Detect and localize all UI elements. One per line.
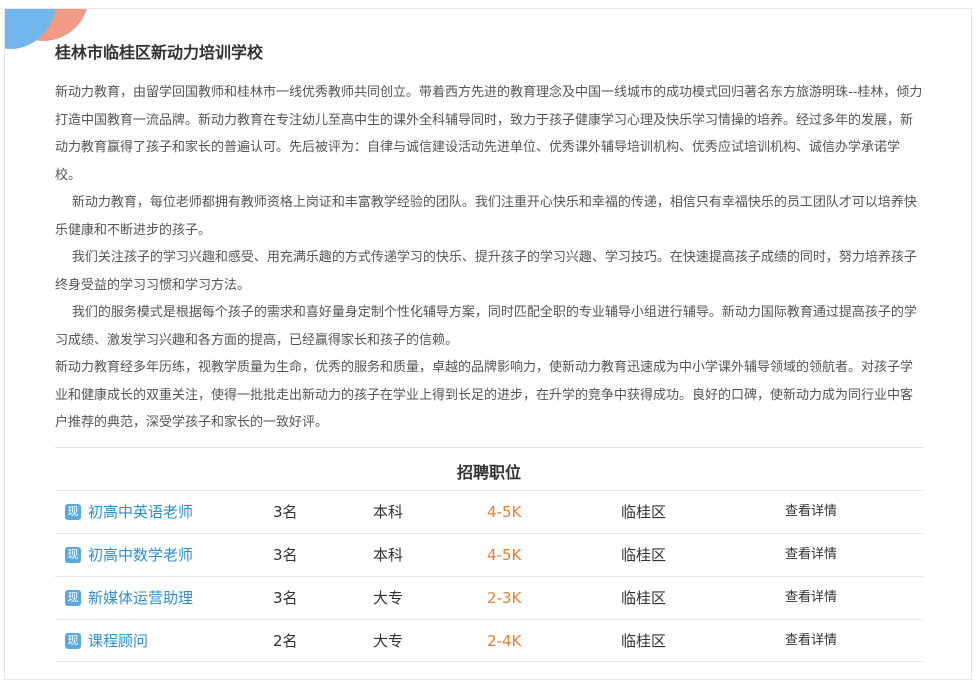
current-badge: 现 bbox=[65, 633, 81, 649]
job-headcount: 3名 bbox=[273, 503, 298, 521]
job-title-link[interactable]: 课程顾问 bbox=[88, 620, 148, 662]
view-details-link[interactable]: 查看详情 bbox=[785, 620, 837, 662]
job-area: 临桂区 bbox=[621, 589, 667, 607]
school-title: 桂林市临桂区新动力培训学校 bbox=[55, 43, 264, 62]
job-education: 本科 bbox=[373, 546, 404, 564]
view-details-link[interactable]: 查看详情 bbox=[785, 491, 837, 533]
view-details-link[interactable]: 查看详情 bbox=[785, 534, 837, 576]
job-row: 现 课程顾问 2名 大专 2-4K 临桂区 查看详情 bbox=[55, 619, 923, 662]
job-title-link[interactable]: 初高中英语老师 bbox=[88, 491, 193, 533]
job-headcount: 3名 bbox=[273, 589, 298, 607]
job-row: 现 初高中数学老师 3名 本科 4-5K 临桂区 查看详情 bbox=[55, 533, 923, 576]
job-salary: 4-5K bbox=[487, 546, 522, 564]
intro-paragraph: 新动力教育，由留学回国教师和桂林市一线优秀教师共同创立。带着西方先进的教育理念及… bbox=[55, 85, 923, 183]
current-badge: 现 bbox=[65, 547, 81, 563]
intro-paragraph: 我们关注孩子的学习兴趣和感受、用充满乐趣的方式传递学习的快乐、提升孩子的学习兴趣… bbox=[55, 250, 917, 293]
jobs-list: 现 初高中英语老师 3名 本科 4-5K 临桂区 查看详情 现 初高中数学老师 … bbox=[55, 490, 923, 662]
job-headcount: 2名 bbox=[273, 632, 298, 650]
job-education: 大专 bbox=[373, 589, 404, 607]
current-badge: 现 bbox=[65, 590, 81, 606]
job-area: 临桂区 bbox=[621, 546, 667, 564]
school-card: 桂林市临桂区新动力培训学校 新动力教育，由留学回国教师和桂林市一线优秀教师共同创… bbox=[4, 8, 972, 680]
job-title-link[interactable]: 新媒体运营助理 bbox=[88, 577, 193, 619]
job-education: 本科 bbox=[373, 503, 404, 521]
job-salary: 4-5K bbox=[487, 503, 522, 521]
section-divider bbox=[55, 447, 923, 448]
view-details-link[interactable]: 查看详情 bbox=[785, 577, 837, 619]
job-row: 现 初高中英语老师 3名 本科 4-5K 临桂区 查看详情 bbox=[55, 490, 923, 533]
job-headcount: 3名 bbox=[273, 546, 298, 564]
job-salary: 2-4K bbox=[487, 632, 522, 650]
intro-paragraph: 我们的服务模式是根据每个孩子的需求和喜好量身定制个性化辅导方案，同时匹配全职的专… bbox=[55, 305, 917, 348]
intro-paragraph: 新动力教育经多年历练，视教学质量为生命，优秀的服务和质量，卓越的品牌影响力，使新… bbox=[55, 360, 914, 430]
job-row: 现 新媒体运营助理 3名 大专 2-3K 临桂区 查看详情 bbox=[55, 576, 923, 619]
job-salary: 2-3K bbox=[487, 589, 522, 607]
job-area: 临桂区 bbox=[621, 503, 667, 521]
job-title-link[interactable]: 初高中数学老师 bbox=[88, 534, 193, 576]
school-introduction: 新动力教育，由留学回国教师和桂林市一线优秀教师共同创立。带着西方先进的教育理念及… bbox=[55, 79, 925, 437]
current-badge: 现 bbox=[65, 504, 81, 520]
job-education: 大专 bbox=[373, 632, 404, 650]
jobs-section-title: 招聘职位 bbox=[456, 463, 521, 482]
job-area: 临桂区 bbox=[621, 632, 667, 650]
intro-paragraph: 新动力教育，每位老师都拥有教师资格上岗证和丰富教学经验的团队。我们注重开心快乐和… bbox=[55, 195, 917, 238]
